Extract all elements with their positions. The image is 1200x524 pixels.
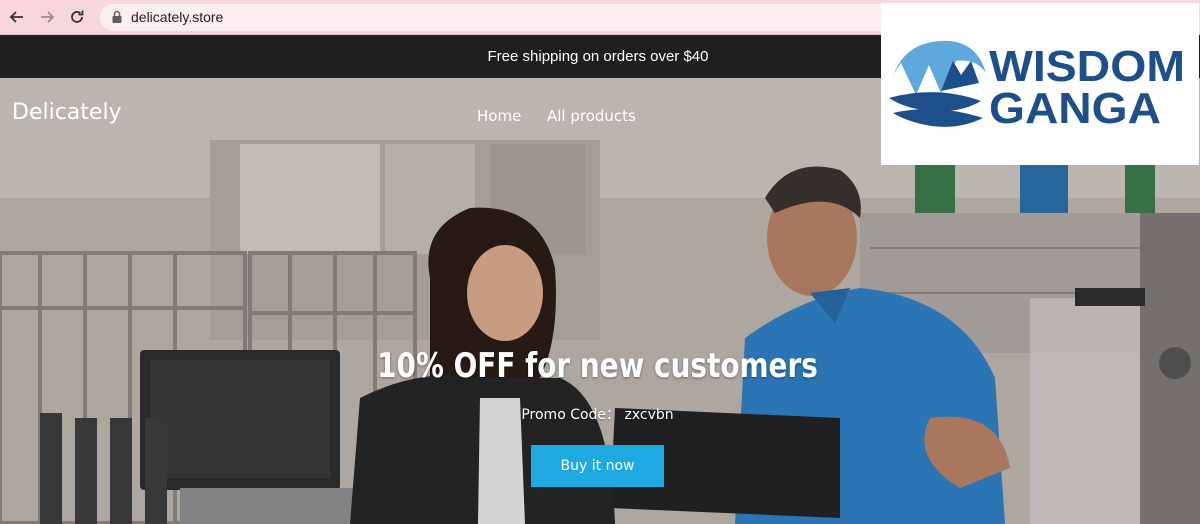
site-title[interactable]: Delicately xyxy=(12,100,122,125)
forward-arrow-icon[interactable] xyxy=(36,6,58,28)
wisdom-ganga-logo: WISDOM GANGA xyxy=(881,3,1199,165)
address-bar[interactable]: delicately.store xyxy=(100,4,1000,31)
promo-code-text: Promo Code： zxcvbn xyxy=(521,407,674,423)
nav-link-home[interactable]: Home xyxy=(477,107,521,125)
wisdom-ganga-wave-icon: WISDOM GANGA xyxy=(889,40,1185,133)
hero-headline: 10% OFF for new customers xyxy=(377,346,818,386)
reload-icon[interactable] xyxy=(66,6,88,28)
nav-link-all-products[interactable]: All products xyxy=(547,107,636,125)
buy-it-now-button[interactable]: Buy it now xyxy=(531,445,664,487)
back-arrow-icon[interactable] xyxy=(6,6,28,28)
url-text: delicately.store xyxy=(131,9,224,25)
logo-line-2: GANGA xyxy=(989,84,1161,133)
lock-icon xyxy=(112,10,122,23)
announcement-text: Free shipping on orders over $40 xyxy=(487,48,709,65)
